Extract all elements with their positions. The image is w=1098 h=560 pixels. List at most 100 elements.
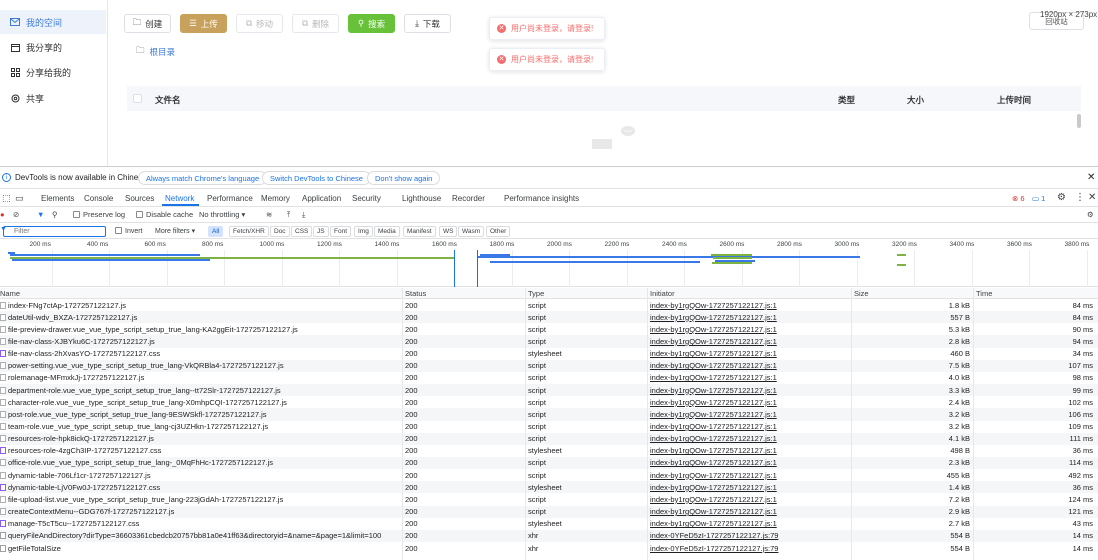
match-language-button[interactable]: Always match Chrome's language xyxy=(138,171,268,185)
request-initiator[interactable]: index-by1rgQOw-1727257122127.js:1 xyxy=(650,313,777,322)
request-name[interactable]: rolemanage-MFmxkJj-1727257122127.js xyxy=(8,373,144,382)
tab-console[interactable]: Console xyxy=(84,194,113,203)
request-initiator[interactable]: index-by1rgQOw-1727257122127.js:1 xyxy=(650,446,777,455)
clear-icon[interactable]: ⊘ xyxy=(13,210,19,219)
record-icon[interactable]: ● xyxy=(0,210,5,219)
col-status[interactable]: Status xyxy=(405,289,426,298)
filter-chip-fetch-xhr[interactable]: Fetch/XHR xyxy=(229,226,269,237)
scrollbar-thumb[interactable] xyxy=(1077,114,1081,128)
request-row[interactable]: manage-T5cT5cu--1727257122127.css 200 styl… xyxy=(0,518,1098,530)
invert-checkbox[interactable]: Invert xyxy=(115,227,143,235)
request-initiator[interactable]: index-by1rgQOw-1727257122127.js:1 xyxy=(650,471,777,480)
request-name[interactable]: file-upload-list.vue_vue_type_script_set… xyxy=(8,495,283,504)
tab-performance-insights[interactable]: Performance insights xyxy=(504,194,579,203)
message-count-badge[interactable]: ▭ 1 xyxy=(1032,194,1045,203)
upload-icon[interactable]: ⤒ xyxy=(287,210,290,220)
request-name[interactable]: getFileTotalSize xyxy=(8,544,61,553)
request-row[interactable]: createContextMenu--GDG767f-1727257122127… xyxy=(0,505,1098,518)
col-type[interactable]: 类型 xyxy=(838,94,855,106)
column-separator[interactable] xyxy=(402,288,403,560)
request-initiator[interactable]: index-by1rgQOw-1727257122127.js:1 xyxy=(650,373,777,382)
upload-button[interactable]: ☰ 上传 xyxy=(180,14,227,33)
filter-chip-all[interactable]: All xyxy=(208,226,224,237)
request-name[interactable]: file-nav-class-2hXvasYO-1727257122127.cs… xyxy=(8,349,160,358)
request-initiator[interactable]: index-by1rgQOw-1727257122127.js:1 xyxy=(650,301,777,310)
wifi-icon[interactable]: ≋ xyxy=(266,210,272,219)
request-name[interactable]: index-FNg7ctAp-1727257122127.js xyxy=(8,301,126,310)
filter-chip-wasm[interactable]: Wasm xyxy=(458,226,485,237)
tab-performance[interactable]: Performance xyxy=(207,194,253,203)
close-icon[interactable]: ✕ xyxy=(1088,192,1096,203)
request-initiator[interactable]: index-by1rgQOw-1727257122127.js:1 xyxy=(650,519,777,528)
request-name[interactable]: dynamic-table-LjV0Fw0J-1727257122127.css xyxy=(8,483,160,492)
tab-lighthouse[interactable]: Lighthouse xyxy=(402,194,441,203)
tab-network[interactable]: Network xyxy=(165,194,194,203)
request-name[interactable]: manage-T5cT5cu--1727257122127.css xyxy=(8,519,139,528)
sidebar-item-shared-with-me[interactable]: 分享给我的 xyxy=(0,60,106,84)
col-name[interactable]: Name xyxy=(0,289,20,298)
request-initiator[interactable]: index-by1rgQOw-1727257122127.js:1 xyxy=(650,337,777,346)
request-row[interactable]: office-role.vue_vue_type_script_setup_tr… xyxy=(0,456,1098,470)
more-filters-button[interactable]: More filters ▾ xyxy=(155,227,195,235)
column-separator[interactable] xyxy=(973,288,974,560)
request-name[interactable]: office-role.vue_vue_type_script_setup_tr… xyxy=(8,458,273,467)
request-initiator[interactable]: index-0YFeD5zI-1727257122127.js:79 xyxy=(650,531,778,540)
download-icon[interactable]: ⤓ xyxy=(302,210,305,220)
col-uploaded[interactable]: 上传时间 xyxy=(997,94,1031,106)
request-name[interactable]: file-nav-class-XJBYku6C-1727257122127.js xyxy=(8,337,155,346)
col-size[interactable]: 大小 xyxy=(907,94,924,106)
close-icon[interactable]: ✕ xyxy=(1087,172,1095,183)
request-row[interactable]: file-preview-drawer.vue_vue_type_script_… xyxy=(0,323,1098,335)
col-type[interactable]: Type xyxy=(528,289,544,298)
filter-input[interactable]: Filter xyxy=(3,226,106,237)
search-icon[interactable]: ⚲ xyxy=(52,210,58,219)
request-name[interactable]: team-role.vue_vue_type_script_setup_true… xyxy=(8,422,268,431)
request-name[interactable]: post-role.vue_vue_type_script_setup_true… xyxy=(8,410,267,419)
column-separator[interactable] xyxy=(647,288,648,560)
search-button[interactable]: ⚲ 搜索 xyxy=(348,14,395,33)
request-row[interactable]: department-role.vue_vue_type_script_setu… xyxy=(0,384,1098,397)
filter-chip-img[interactable]: Img xyxy=(354,226,373,237)
disable-cache-checkbox[interactable]: Disable cache xyxy=(136,210,193,219)
tab-elements[interactable]: Elements xyxy=(41,194,74,203)
col-time[interactable]: Time xyxy=(976,289,992,298)
col-initiator[interactable]: Initiator xyxy=(650,289,675,298)
gear-icon[interactable]: ⚙ xyxy=(1057,192,1066,203)
tab-application[interactable]: Application xyxy=(302,194,341,203)
filter-chip-other[interactable]: Other xyxy=(486,226,511,237)
col-size[interactable]: Size xyxy=(854,289,869,298)
request-row[interactable]: file-nav-class-XJBYku6C-1727257122127.js… xyxy=(0,335,1098,348)
dont-show-again-button[interactable]: Don't show again xyxy=(367,171,441,185)
tab-memory[interactable]: Memory xyxy=(261,194,290,203)
request-row[interactable]: file-nav-class-2hXvasYO-1727257122127.cs… xyxy=(0,348,1098,360)
request-row[interactable]: dateUtil-wdv_BXZA-1727257122127.js 200 scr… xyxy=(0,311,1098,324)
column-separator[interactable] xyxy=(525,288,526,560)
device-toolbar-icon[interactable]: ▭ xyxy=(15,193,24,204)
request-initiator[interactable]: index-by1rgQOw-1727257122127.js:1 xyxy=(650,495,777,504)
move-button[interactable]: ⧉ 移动 xyxy=(236,14,283,33)
select-all-checkbox[interactable] xyxy=(133,94,142,103)
request-name[interactable]: dynamic-table-706Lf1cr-1727257122127.js xyxy=(8,471,151,480)
request-name[interactable]: resources-role-4zgCh3IP-1727257122127.cs… xyxy=(8,446,161,455)
request-row[interactable]: resources-role-4zgCh3IP-1727257122127.cs… xyxy=(0,445,1098,457)
request-row[interactable]: post-role.vue_vue_type_script_setup_true… xyxy=(0,408,1098,421)
filter-chip-font[interactable]: Font xyxy=(330,226,352,237)
request-name[interactable]: character-role.vue_vue_type_script_setup… xyxy=(8,398,287,407)
filter-icon[interactable]: ▼ xyxy=(37,210,44,219)
request-name[interactable]: createContextMenu--GDG767f-1727257122127… xyxy=(8,507,174,516)
throttling-select[interactable]: No throttling ▾ xyxy=(199,210,245,219)
request-initiator[interactable]: index-by1rgQOw-1727257122127.js:1 xyxy=(650,434,777,443)
column-separator[interactable] xyxy=(851,288,852,560)
delete-button[interactable]: ⧉ 删除 xyxy=(292,14,339,33)
filter-chip-doc[interactable]: Doc xyxy=(270,226,290,237)
create-button[interactable]: 🗀 创建 xyxy=(124,14,171,33)
filter-chip-js[interactable]: JS xyxy=(313,226,329,237)
network-overview-timeline[interactable]: 200 ms 400 ms 600 ms 800 ms 1000 ms 1200 ms 14… xyxy=(0,240,1098,287)
gear-icon[interactable]: ⚙ xyxy=(1087,210,1094,219)
breadcrumb-root-link[interactable]: 根目录 xyxy=(150,46,176,58)
request-row[interactable]: dynamic-table-706Lf1cr-1727257122127.js 2… xyxy=(0,469,1098,481)
sidebar-item-my-shared[interactable]: 我分享的 xyxy=(0,35,106,59)
request-initiator[interactable]: index-by1rgQOw-1727257122127.js:1 xyxy=(650,422,777,431)
col-filename[interactable]: 文件名 xyxy=(155,94,181,106)
filter-chip-ws[interactable]: WS xyxy=(439,226,458,237)
